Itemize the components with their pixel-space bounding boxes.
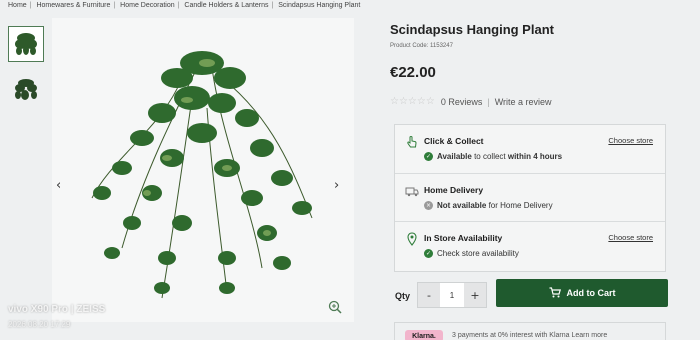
camera-timestamp: 2026.08.20 17:29 [8, 320, 71, 329]
map-pin-icon [405, 232, 419, 246]
klarna-text[interactable]: 3 payments at 0% interest with Klarna Le… [452, 332, 607, 339]
qty-increment-button[interactable]: + [464, 283, 486, 307]
gallery-prev-arrow[interactable]: ‹ [56, 178, 61, 193]
check-store-availability[interactable]: Check store availability [437, 249, 519, 258]
breadcrumb-homewares[interactable]: Homewares & Furniture [36, 2, 110, 9]
plant-product-image [91, 51, 313, 299]
breadcrumb-candle-holders[interactable]: Candle Holders & Lanterns [184, 2, 268, 9]
klarna-logo: Klarna. [405, 330, 443, 340]
zoom-icon[interactable] [324, 296, 346, 318]
reviews-count[interactable]: 0 Reviews [441, 97, 483, 107]
plant-thumbnail-image [15, 33, 37, 55]
home-delivery-row: Home Delivery × Not available for Home D… [395, 173, 665, 221]
add-to-cart-label: Add to Cart [566, 288, 616, 298]
plant-thumbnail-image [15, 79, 37, 100]
choose-store-link-instore[interactable]: Choose store [608, 233, 653, 242]
quantity-stepper: - 1 + [417, 282, 487, 308]
product-image-gallery: ‹ › [52, 18, 354, 322]
product-price: €22.00 [390, 64, 436, 81]
truck-icon [405, 184, 419, 198]
status-time: within 4 hours [507, 152, 563, 161]
product-code: Product Code: 1153247 [390, 43, 453, 49]
qty-label: Qty [395, 291, 411, 301]
check-circle-icon: ✓ [424, 152, 433, 161]
cart-icon [549, 286, 561, 300]
home-delivery-status: × Not available for Home Delivery [424, 201, 553, 210]
click-collect-status: ✓ Available to collect within 4 hours [424, 152, 562, 161]
check-circle-icon: ✓ [424, 249, 433, 258]
thumbnail-2[interactable] [8, 72, 44, 108]
qty-input[interactable]: 1 [440, 283, 464, 307]
in-store-status[interactable]: ✓ Check store availability [424, 249, 519, 258]
thumbnail-1[interactable] [8, 26, 44, 62]
status-available: Available [437, 152, 472, 161]
breadcrumb-current: Scindapsus Hanging Plant [278, 2, 361, 9]
choose-store-link-collect[interactable]: Choose store [608, 136, 653, 145]
product-page: Home | Homewares & Furniture | Home Decora… [0, 0, 700, 340]
breadcrumb-home[interactable]: Home [8, 2, 27, 9]
camera-watermark: vivo X90 Pro | ZEISS [8, 304, 106, 315]
delivery-options: Click & Collect ✓ Available to collect w… [394, 124, 666, 272]
breadcrumb-home-decoration[interactable]: Home Decoration [120, 2, 174, 9]
rating-row: ☆☆☆☆☆ 0 Reviews | Write a review [390, 96, 552, 107]
cross-circle-icon: × [424, 201, 433, 210]
star-rating-icon: ☆☆☆☆☆ [390, 96, 435, 107]
hand-pointer-icon [405, 135, 419, 149]
qty-decrement-button[interactable]: - [418, 283, 440, 307]
click-collect-title: Click & Collect [424, 136, 484, 146]
click-collect-row: Click & Collect ✓ Available to collect w… [395, 125, 665, 173]
home-delivery-title: Home Delivery [424, 185, 484, 195]
write-review-link[interactable]: Write a review [495, 97, 552, 107]
product-title: Scindapsus Hanging Plant [390, 22, 554, 37]
status-rest-text: for Home Delivery [486, 201, 553, 210]
gallery-next-arrow[interactable]: › [334, 178, 339, 193]
status-not-available: Not available [437, 201, 487, 210]
in-store-row: In Store Availability ✓ Check store avai… [395, 221, 665, 269]
add-to-cart-button[interactable]: Add to Cart [496, 279, 668, 307]
in-store-title: In Store Availability [424, 233, 503, 243]
status-mid-text: to collect [471, 152, 508, 161]
breadcrumb: Home | Homewares & Furniture | Home Decora… [8, 2, 361, 9]
